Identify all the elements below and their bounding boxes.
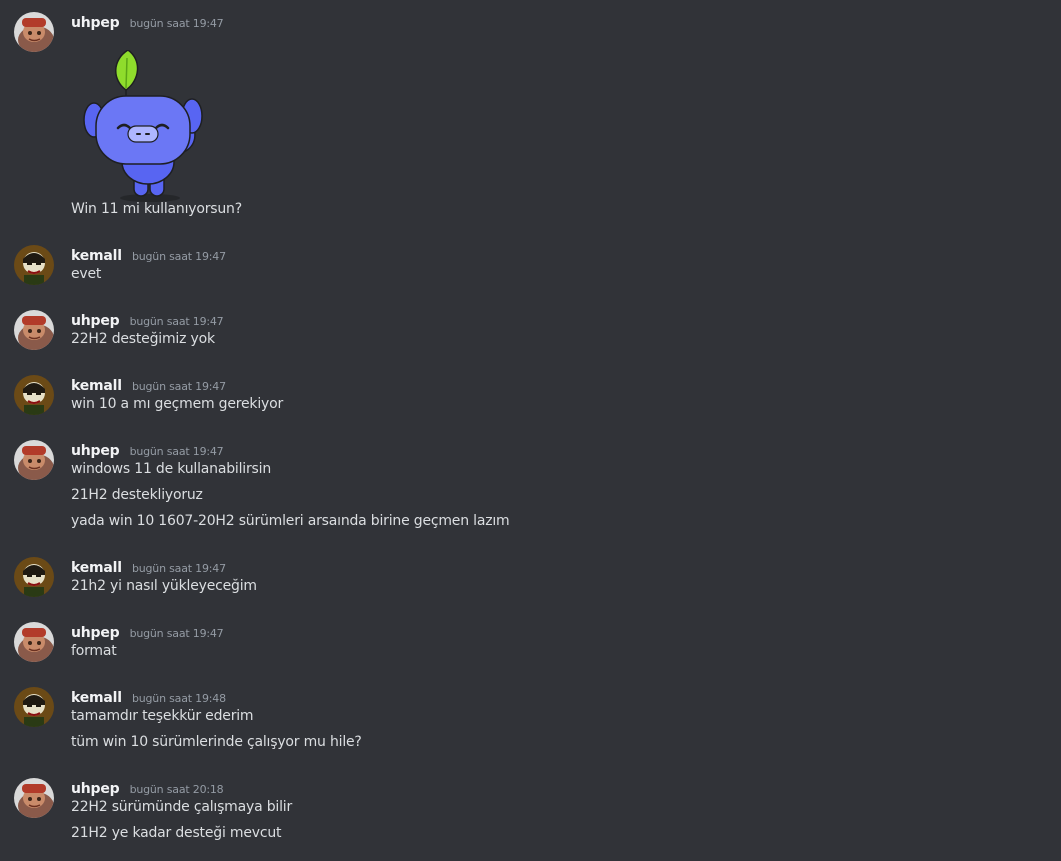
timestamp: bugün saat 19:48 [131,692,226,705]
message-text: 22H2 sürümünde çalışmaya bilir [71,799,293,815]
username[interactable]: kemall [71,690,122,706]
message-text: 21H2 destekliyoruz [71,487,203,503]
message-header: uhpep bugün saat 19:47 [71,622,224,642]
message-text: tamamdır teşekkür ederim [71,708,254,724]
message-text: tüm win 10 sürümlerinde çalışyor mu hile… [71,734,362,750]
chat-message-list: uhpep bugün saat 19:47 Win 11 mi kullanı… [0,0,1061,861]
username[interactable]: kemall [71,378,122,394]
uhpep-avatar-icon[interactable] [14,622,54,662]
message-text: format [71,643,117,659]
message-text: Win 11 mi kullanıyorsun? [71,201,242,217]
kemall-avatar-icon[interactable] [14,245,54,285]
username[interactable]: uhpep [71,781,120,797]
message-text: evet [71,266,102,282]
message-text: yada win 10 1607-20H2 sürümleri arsaında… [71,513,510,529]
timestamp: bugün saat 19:47 [131,250,226,263]
uhpep-avatar-icon[interactable] [14,12,54,52]
message-text: win 10 a mı geçmem gerekiyor [71,396,284,412]
message-header: kemall bugün saat 19:47 [71,375,226,395]
uhpep-avatar-icon[interactable] [14,440,54,480]
kemall-avatar-icon[interactable] [14,375,54,415]
timestamp: bugün saat 19:47 [129,627,224,640]
timestamp: bugün saat 19:47 [129,315,224,328]
timestamp: bugün saat 19:47 [131,380,226,393]
message-text: 21h2 yi nasıl yükleyeceğim [71,578,257,594]
message-header: uhpep bugün saat 20:18 [71,778,224,798]
message-text: windows 11 de kullanabilirsin [71,461,272,477]
kemall-avatar-icon[interactable] [14,687,54,727]
uhpep-avatar-icon[interactable] [14,778,54,818]
timestamp: bugün saat 19:47 [129,445,224,458]
kemall-avatar-icon[interactable] [14,557,54,597]
message-header: kemall bugün saat 19:47 [71,245,226,265]
message-header: kemall bugün saat 19:47 [71,557,226,577]
timestamp: bugün saat 19:47 [131,562,226,575]
username[interactable]: kemall [71,560,122,576]
message-header: uhpep bugün saat 19:47 [71,310,224,330]
message-header: kemall bugün saat 19:48 [71,687,226,707]
timestamp: bugün saat 20:18 [129,783,224,796]
uhpep-avatar-icon[interactable] [14,310,54,350]
username[interactable]: uhpep [71,625,120,641]
username[interactable]: kemall [71,248,122,264]
username[interactable]: uhpep [71,443,120,459]
username[interactable]: uhpep [71,15,120,31]
message-text: 22H2 desteğimiz yok [71,331,215,347]
message-header: uhpep bugün saat 19:47 [71,440,224,460]
message-header: uhpep bugün saat 19:47 [71,12,224,32]
wumpus-wave-sticker[interactable] [82,49,208,205]
username[interactable]: uhpep [71,313,120,329]
timestamp: bugün saat 19:47 [129,17,224,30]
message-text: 21H2 ye kadar desteği mevcut [71,825,282,841]
